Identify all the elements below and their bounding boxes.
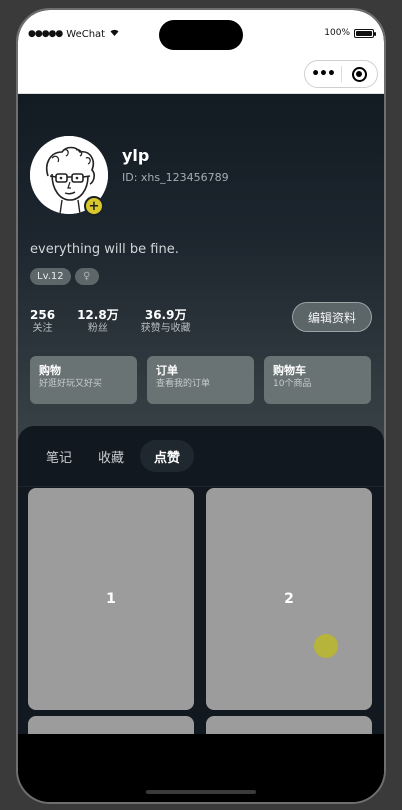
- stat-value: 12.8万: [77, 308, 119, 322]
- phone-frame: ●●●●● WeChat 100% ••• + ylp ID: xhs_1234…: [16, 8, 386, 804]
- status-bar: ●●●●● WeChat 100%: [18, 10, 384, 58]
- shortcut-subtitle: 10个商品: [273, 379, 312, 389]
- shortcut-cart[interactable]: 购物车 10个商品: [264, 356, 371, 404]
- battery-percent: 100%: [324, 28, 350, 38]
- tab-likes[interactable]: 点赞: [140, 440, 195, 472]
- user-id: ID: xhs_123456789: [122, 171, 229, 184]
- tab-notes[interactable]: 笔记: [36, 440, 82, 472]
- wifi-icon: [109, 28, 120, 40]
- shortcut-title: 购物: [39, 364, 61, 377]
- stat-label: 获赞与收藏: [140, 323, 191, 334]
- female-icon: ♀: [74, 268, 99, 285]
- stat-label: 粉丝: [87, 323, 108, 334]
- dynamic-island: [159, 20, 243, 50]
- mini-program-close-button[interactable]: [342, 66, 377, 82]
- stat-following[interactable]: 256 关注: [30, 308, 55, 335]
- carrier-label: WeChat: [66, 28, 106, 40]
- stat-likes-collects[interactable]: 36.9万 获赞与收藏: [141, 308, 191, 335]
- card-label: 2: [284, 591, 294, 607]
- screen: ●●●●● WeChat 100% ••• + ylp ID: xhs_1234…: [18, 10, 384, 802]
- mini-program-close-icon: [352, 66, 367, 82]
- bio: everything will be fine.: [30, 242, 179, 257]
- shortcut-shopping[interactable]: 购物 好逛好玩又好买: [30, 356, 137, 404]
- carrier: ●●●●● WeChat: [28, 28, 120, 40]
- touch-indicator: [314, 634, 338, 658]
- tab-collections[interactable]: 收藏: [88, 440, 134, 472]
- shortcut-orders[interactable]: 订单 查看我的订单: [147, 356, 254, 404]
- battery-icon: [354, 28, 376, 38]
- shortcut-cards: 购物 好逛好玩又好买 订单 查看我的订单 购物车 10个商品: [30, 356, 371, 404]
- note-card[interactable]: 2: [206, 488, 372, 710]
- badges: Lv.12 ♀: [30, 268, 99, 285]
- battery: 100%: [324, 28, 376, 38]
- mini-program-capsule: •••: [304, 60, 378, 88]
- stat-followers[interactable]: 12.8万 粉丝: [77, 308, 119, 335]
- stat-value: 36.9万: [144, 308, 187, 322]
- shortcut-title: 订单: [156, 364, 178, 377]
- more-dots-icon[interactable]: •••: [305, 66, 341, 82]
- home-indicator[interactable]: [146, 790, 256, 794]
- nav-bar: •••: [18, 58, 384, 94]
- stat-label: 关注: [32, 323, 53, 334]
- stats: 256 关注 12.8万 粉丝 36.9万 获赞与收藏: [30, 308, 191, 335]
- note-card[interactable]: 1: [28, 488, 194, 710]
- card-label: 1: [106, 591, 116, 607]
- profile-header: + ylp ID: xhs_123456789 everything will …: [18, 94, 384, 454]
- tab-bar: 笔记 收藏 点赞: [36, 440, 195, 472]
- shortcut-subtitle: 查看我的订单: [156, 379, 211, 389]
- edit-profile-button[interactable]: 编辑资料: [292, 302, 372, 332]
- signal-icon: ●●●●●: [28, 29, 63, 39]
- add-icon[interactable]: +: [84, 196, 104, 216]
- stat-value: 256: [30, 308, 56, 322]
- tabs-divider: [18, 486, 384, 487]
- level-badge: Lv.12: [30, 268, 71, 285]
- username: ylp: [122, 146, 150, 165]
- shortcut-subtitle: 好逛好玩又好买: [39, 379, 103, 389]
- shortcut-title: 购物车: [273, 364, 306, 377]
